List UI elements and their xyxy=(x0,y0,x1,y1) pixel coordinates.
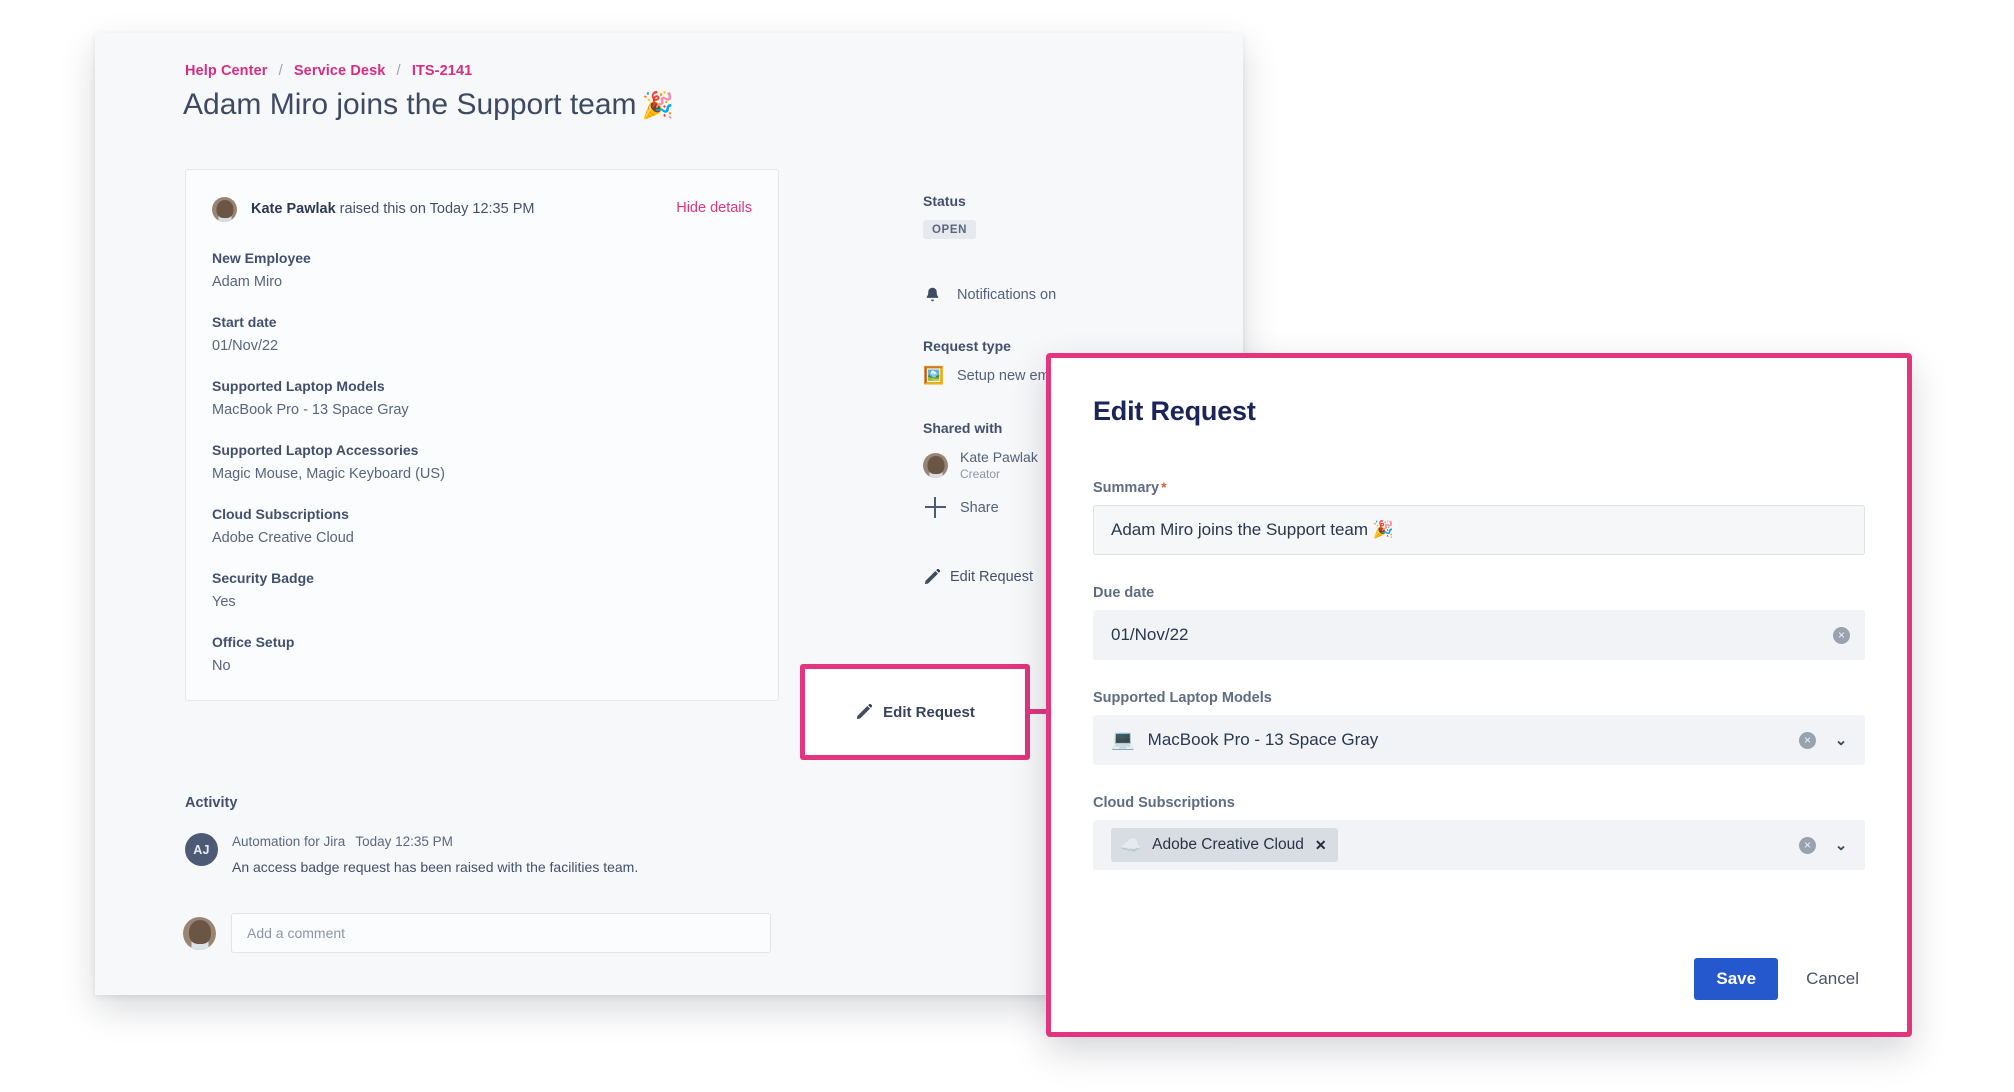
field-label-start-date: Start date xyxy=(212,314,277,330)
page-title-text: Adam Miro joins the Support team xyxy=(183,88,637,121)
notifications-row[interactable]: Notifications on xyxy=(923,285,1223,304)
activity-author: Automation for Jira xyxy=(232,834,346,849)
hide-details-link[interactable]: Hide details xyxy=(676,200,752,216)
field-label-security-badge: Security Badge xyxy=(212,570,314,586)
reporter-row: Kate Pawlak raised this on Today 12:35 P… xyxy=(212,192,752,226)
comment-row xyxy=(183,913,771,953)
reporter-suffix: raised this on Today 12:35 PM xyxy=(339,201,535,217)
breadcrumb-item-help-center[interactable]: Help Center xyxy=(185,63,267,79)
laptop-models-label: Supported Laptop Models xyxy=(1093,690,1272,706)
avatar xyxy=(923,453,948,479)
edit-request-modal: Edit Request Summary * Adam Miro joins th… xyxy=(1046,353,1912,1037)
summary-input[interactable]: Adam Miro joins the Support team 🎉 xyxy=(1093,505,1865,555)
pencil-icon xyxy=(857,703,873,720)
edit-request-button-highlighted[interactable]: Edit Request xyxy=(800,664,1030,760)
tag-remove-icon[interactable]: ✕ xyxy=(1315,838,1327,852)
tag-label: Adobe Creative Cloud xyxy=(1152,836,1304,853)
plus-icon xyxy=(923,495,948,520)
page-title: Adam Miro joins the Support team 🎉 xyxy=(183,88,674,122)
reporter-text: Kate Pawlak raised this on Today 12:35 P… xyxy=(251,201,534,217)
status-badge: OPEN xyxy=(923,220,976,239)
summary-label: Summary * xyxy=(1093,479,1865,496)
field-value-laptop-models: MacBook Pro - 13 Space Gray xyxy=(212,402,409,418)
summary-value: Adam Miro joins the Support team 🎉 xyxy=(1111,520,1394,539)
party-popper-icon: 🎉 xyxy=(641,90,674,120)
field-label-new-employee: New Employee xyxy=(212,250,311,266)
field-value-new-employee: Adam Miro xyxy=(212,274,283,290)
notifications-label: Notifications on xyxy=(957,286,1057,303)
breadcrumb: Help Center / Service Desk / ITS-2141 xyxy=(185,63,472,79)
modal-actions: Save Cancel xyxy=(1694,958,1865,1000)
cloud-subscriptions-field-group: Cloud Subscriptions ☁️ Adobe Creative Cl… xyxy=(1093,795,1865,870)
activity-meta: Automation for Jira Today 12:35 PM xyxy=(232,834,638,849)
request-details-card: Kate Pawlak raised this on Today 12:35 P… xyxy=(185,169,779,701)
breadcrumb-item-issue-key[interactable]: ITS-2141 xyxy=(412,63,472,79)
avatar xyxy=(212,196,237,222)
breadcrumb-item-service-desk[interactable]: Service Desk xyxy=(294,63,386,79)
cloud-icon: ☁️ xyxy=(1120,835,1142,855)
edit-request-label: Edit Request xyxy=(883,703,975,721)
required-marker: * xyxy=(1161,479,1167,495)
clear-icon[interactable]: × xyxy=(1799,836,1816,854)
clear-icon[interactable]: × xyxy=(1799,731,1816,749)
field-label-laptop-models: Supported Laptop Models xyxy=(212,378,385,394)
modal-title: Edit Request xyxy=(1093,396,1256,426)
request-type-label: Request type xyxy=(923,338,1011,354)
summary-field-group: Summary * Adam Miro joins the Support tea… xyxy=(1093,479,1865,555)
field-label-office-setup: Office Setup xyxy=(212,634,295,650)
activity-entry: AJ Automation for Jira Today 12:35 PM An … xyxy=(185,833,638,875)
save-button[interactable]: Save xyxy=(1694,958,1779,1000)
chevron-down-icon[interactable]: ⌄ xyxy=(1832,838,1850,853)
field-value-laptop-accessories: Magic Mouse, Magic Keyboard (US) xyxy=(212,466,445,482)
due-date-input[interactable]: 01/Nov/22 × xyxy=(1093,610,1865,660)
shared-person-role: Creator xyxy=(960,466,1001,481)
activity-heading: Activity xyxy=(185,795,238,811)
tag-chip-adobe-creative-cloud[interactable]: ☁️ Adobe Creative Cloud ✕ xyxy=(1111,828,1338,862)
field-value-office-setup: No xyxy=(212,658,231,674)
activity-text: An access badge request has been raised … xyxy=(232,859,639,875)
due-date-value: 01/Nov/22 xyxy=(1111,625,1189,644)
request-type-icon: 🖼️ xyxy=(923,366,945,385)
cloud-subscriptions-label: Cloud Subscriptions xyxy=(1093,795,1235,811)
field-value-start-date: 01/Nov/22 xyxy=(212,338,279,354)
pencil-icon xyxy=(924,569,941,585)
field-value-security-badge: Yes xyxy=(212,594,236,610)
cancel-button[interactable]: Cancel xyxy=(1800,968,1865,990)
field-label-cloud-subscriptions: Cloud Subscriptions xyxy=(212,506,349,522)
add-comment-input[interactable] xyxy=(231,913,771,953)
avatar: AJ xyxy=(185,833,218,866)
sidebar-edit-request-label: Edit Request xyxy=(950,569,1034,586)
reporter-name: Kate Pawlak xyxy=(251,201,336,217)
bell-icon xyxy=(923,285,949,304)
due-date-label: Due date xyxy=(1093,585,1155,601)
due-date-field-group: Due date 01/Nov/22 × xyxy=(1093,585,1865,660)
breadcrumb-separator: / xyxy=(396,63,401,79)
share-label: Share xyxy=(960,499,999,516)
breadcrumb-separator: / xyxy=(278,63,283,79)
avatar xyxy=(183,916,216,950)
shared-person-name: Kate Pawlak xyxy=(960,449,1038,465)
chevron-down-icon[interactable]: ⌄ xyxy=(1832,733,1850,748)
status-label: Status xyxy=(923,193,966,209)
field-value-cloud-subscriptions: Adobe Creative Cloud xyxy=(212,530,354,546)
summary-label-text: Summary xyxy=(1093,480,1160,496)
field-label-laptop-accessories: Supported Laptop Accessories xyxy=(212,442,419,458)
laptop-models-select[interactable]: 💻 MacBook Pro - 13 Space Gray × ⌄ xyxy=(1093,715,1865,765)
cloud-subscriptions-select[interactable]: ☁️ Adobe Creative Cloud ✕ × ⌄ xyxy=(1093,820,1865,870)
laptop-models-value: MacBook Pro - 13 Space Gray xyxy=(1147,730,1379,749)
laptop-models-field-group: Supported Laptop Models 💻 MacBook Pro - … xyxy=(1093,690,1865,765)
laptop-icon: 💻 xyxy=(1111,729,1135,751)
clear-icon[interactable]: × xyxy=(1833,626,1850,644)
activity-timestamp: Today 12:35 PM xyxy=(355,834,453,849)
